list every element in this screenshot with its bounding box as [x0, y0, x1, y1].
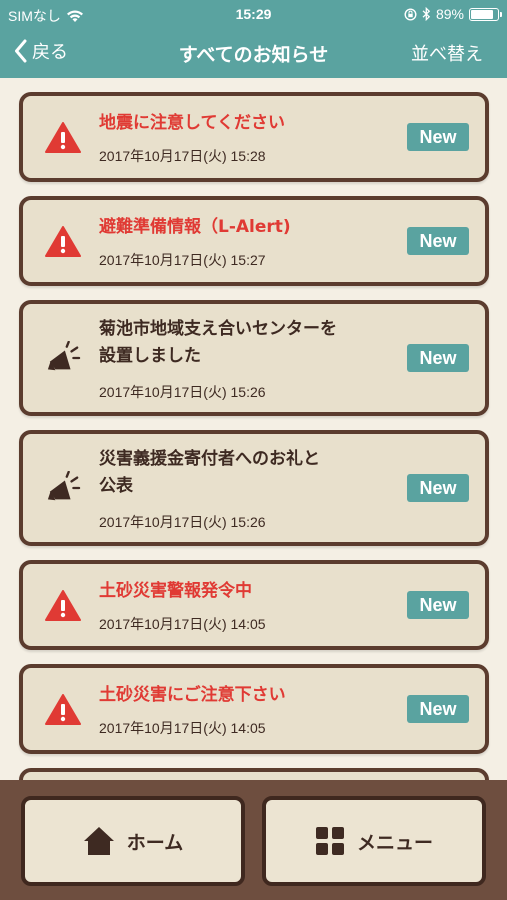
status-bar: SIMなし 15:29 89% [0, 0, 507, 28]
bottom-bar: ホーム メニュー [0, 780, 507, 900]
rotation-lock-icon [404, 7, 417, 21]
sort-button[interactable]: 並べ替え [411, 40, 483, 66]
warning-icon [43, 223, 83, 259]
battery-percent: 89% [435, 6, 464, 22]
notice-card[interactable]: 避難準備情報（L-Alert) 2017年10月17日(火) 15:27 New [19, 196, 489, 286]
notice-date: 2017年10月17日(火) 15:26 [99, 384, 266, 400]
nav-bar: 戻る すべてのお知らせ 並べ替え [0, 28, 507, 78]
new-badge: New [407, 591, 469, 619]
home-icon [83, 827, 114, 855]
battery-icon [469, 7, 502, 21]
warning-icon [43, 691, 83, 727]
new-badge: New [407, 474, 469, 502]
notice-title-line: 避難準備情報（L-Alert) [99, 217, 291, 237]
notice-card[interactable]: 地震に注意してください 2017年10月17日(火) 15:28 New [19, 92, 489, 182]
notice-title-line: 菊池市地域支え合いセンターを [99, 319, 337, 339]
home-label: ホーム [126, 831, 184, 854]
menu-label: メニュー [356, 831, 433, 854]
notice-title-line: 土砂災害にご注意下さい [99, 685, 286, 705]
warning-icon [43, 119, 83, 155]
notice-card[interactable]: 菊池市地域支え合いセンターを 設置しました 2017年10月17日(火) 15:26… [19, 300, 489, 416]
notice-title: 菊池市地域支え合いセンターを 設置しました [99, 316, 365, 370]
new-badge: New [407, 344, 469, 372]
notice-date: 2017年10月17日(火) 15:27 [99, 252, 266, 268]
notice-card-partial[interactable] [19, 768, 489, 780]
notice-title: 地震に注意してください [99, 110, 365, 137]
notice-card[interactable]: 土砂災害にご注意下さい 2017年10月17日(火) 14:05 New [19, 664, 489, 754]
notice-date: 2017年10月17日(火) 15:26 [99, 514, 266, 530]
menu-button[interactable]: メニュー [262, 796, 486, 886]
notice-card[interactable]: 災害義援金寄付者へのお礼と 公表 2017年10月17日(火) 15:26 New [19, 430, 489, 546]
home-button[interactable]: ホーム [21, 796, 245, 886]
notice-title: 災害義援金寄付者へのお礼と 公表 [99, 446, 365, 500]
notice-title: 土砂災害にご注意下さい [99, 682, 365, 709]
notice-title-line: 設置しました [99, 346, 201, 366]
new-badge: New [407, 227, 469, 255]
bluetooth-icon [422, 7, 431, 21]
notice-date: 2017年10月17日(火) 14:05 [99, 616, 266, 632]
notice-list[interactable]: 地震に注意してください 2017年10月17日(火) 15:28 New 避難準備情報… [0, 78, 507, 780]
megaphone-icon [43, 470, 83, 506]
notice-title-line: 地震に注意してください [99, 113, 285, 133]
notice-title: 土砂災害警報発令中 [99, 578, 365, 605]
notice-title-line: 公表 [99, 476, 133, 496]
notice-title-line: 災害義援金寄付者へのお礼と [99, 449, 320, 469]
warning-icon [43, 587, 83, 623]
new-badge: New [407, 123, 469, 151]
new-badge: New [407, 695, 469, 723]
notice-date: 2017年10月17日(火) 15:28 [99, 148, 266, 164]
notice-title-line: 土砂災害警報発令中 [99, 581, 252, 601]
megaphone-icon [43, 340, 83, 376]
grid-menu-icon [315, 827, 344, 855]
notice-title: 避難準備情報（L-Alert) [99, 214, 365, 241]
notice-date: 2017年10月17日(火) 14:05 [99, 720, 266, 736]
notice-card[interactable]: 土砂災害警報発令中 2017年10月17日(火) 14:05 New [19, 560, 489, 650]
